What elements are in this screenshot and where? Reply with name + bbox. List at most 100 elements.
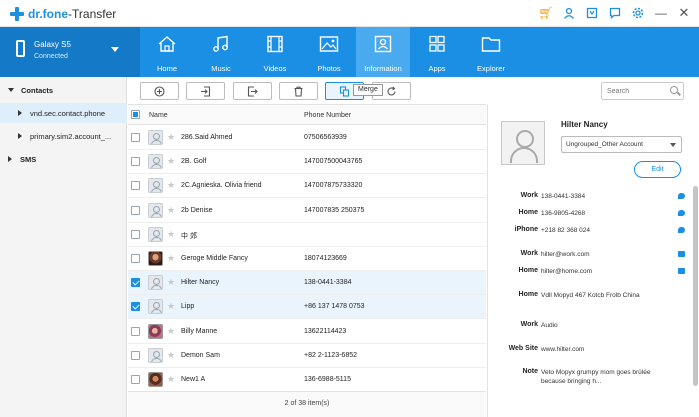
nav-photos[interactable]: Photos: [302, 27, 356, 77]
table-row[interactable]: ★ Geroge Middle Fancy 18074123669: [128, 247, 486, 271]
select-all-checkbox[interactable]: [131, 110, 140, 119]
sidebar-group-sms[interactable]: SMS: [0, 149, 127, 169]
contact-phone: +82 2-1123-6852: [304, 351, 357, 359]
contact-phone: 147007500043765: [304, 158, 363, 166]
export-button[interactable]: [233, 82, 272, 100]
group-select[interactable]: Ungrouped_Other Account: [561, 136, 682, 153]
row-checkbox[interactable]: [131, 157, 140, 167]
sidebar: Contacts vnd.sec.contact.phone primary.s…: [0, 77, 127, 417]
plus-circle-icon: [154, 85, 165, 97]
field-value: Veto Mopyx grumpy mom goes brûlée becaus…: [541, 369, 651, 385]
nav-videos[interactable]: Videos: [248, 27, 302, 77]
chevron-down-icon: [8, 88, 14, 92]
mail-icon[interactable]: [678, 251, 685, 257]
column-header-name[interactable]: Name: [149, 112, 168, 119]
field-label: Home: [518, 209, 538, 216]
contact-phone: 147007835 250375: [304, 206, 365, 214]
row-checkbox[interactable]: [131, 229, 140, 239]
star-icon[interactable]: ★: [167, 277, 175, 287]
detail-scrollbar[interactable]: [693, 186, 698, 386]
sidebar-item-account-sim2[interactable]: primary.sim2.account_...: [0, 126, 127, 146]
row-checkbox[interactable]: [131, 181, 140, 191]
table-row[interactable]: ★ 2C.Agnieska. Olivia friend 1470078757333…: [128, 174, 486, 199]
mail-icon[interactable]: [678, 268, 685, 274]
search-icon[interactable]: [670, 86, 678, 94]
table-row[interactable]: ★ 2B. Golf 147007500043765: [128, 150, 486, 175]
minimize-icon[interactable]: —: [654, 6, 668, 20]
music-note-icon: [213, 35, 228, 52]
star-icon[interactable]: ★: [167, 180, 175, 190]
sidebar-group-contacts[interactable]: Contacts: [0, 80, 127, 100]
table-row[interactable]: ★ 2b Denise 147007835 250375: [128, 199, 486, 223]
add-contact-button[interactable]: [140, 82, 179, 100]
drfone-logo-icon: [10, 7, 24, 21]
chevron-down-icon[interactable]: [111, 47, 119, 52]
nav-explorer[interactable]: Explorer: [464, 27, 518, 77]
star-icon[interactable]: ★: [167, 374, 175, 384]
cart-icon[interactable]: 🛒︎: [538, 6, 553, 20]
device-selector[interactable]: Galaxy S5 Connected: [0, 27, 140, 77]
star-icon[interactable]: ★: [167, 253, 175, 263]
message-icon[interactable]: [678, 193, 685, 199]
column-header-phone[interactable]: Phone Number: [304, 112, 351, 119]
table-row[interactable]: ★ New1 A 136-6988-5115: [128, 368, 486, 392]
contact-name: Geroge Middle Fancy: [181, 255, 248, 262]
message-icon[interactable]: [678, 227, 685, 233]
nav-music[interactable]: Music: [194, 27, 248, 77]
film-icon: [267, 35, 283, 53]
row-checkbox[interactable]: [131, 302, 140, 312]
feedback-icon[interactable]: [608, 6, 622, 20]
table-row[interactable]: ★ 286.Said Ahmed 07506563939: [128, 126, 486, 150]
settings-gear-icon[interactable]: [631, 6, 645, 20]
star-icon[interactable]: ★: [167, 132, 175, 142]
nav-home[interactable]: Home: [140, 27, 194, 77]
message-icon[interactable]: [678, 210, 685, 216]
table-header: Name Phone Number: [128, 105, 486, 125]
register-icon[interactable]: [585, 6, 599, 20]
close-icon[interactable]: ✕: [677, 5, 691, 20]
contact-phone: 147007875733320: [304, 182, 363, 190]
row-checkbox[interactable]: [131, 205, 140, 215]
contact-avatar: [148, 347, 163, 363]
table-row[interactable]: ★ Hilter Nancy 138-0441-3384: [128, 271, 486, 296]
field-label: Work: [520, 250, 538, 257]
star-icon[interactable]: ★: [167, 156, 175, 166]
row-checkbox[interactable]: [131, 326, 140, 336]
contact-phone: 13622114423: [304, 327, 347, 335]
table-row[interactable]: ★ Lipp +86 137 1478 0753: [128, 295, 486, 320]
row-checkbox[interactable]: [131, 133, 140, 142]
contact-card-icon: [374, 35, 392, 53]
contact-phone: 138-0441-3384: [304, 279, 352, 287]
contact-name: New1 A: [181, 376, 206, 383]
contact-detail-panel: Hilter Nancy Ungrouped_Other Account Edi…: [487, 104, 699, 417]
star-icon[interactable]: ★: [167, 326, 175, 336]
nav-information[interactable]: Information: [356, 27, 410, 77]
delete-button[interactable]: [279, 82, 318, 100]
field-value: www.hilter.com: [541, 346, 585, 353]
table-row[interactable]: ★ 中 郊: [128, 223, 486, 247]
row-checkbox[interactable]: [131, 375, 140, 384]
nav-apps[interactable]: Apps: [410, 27, 464, 77]
chevron-right-icon: [18, 133, 22, 139]
field-label: Work: [520, 192, 538, 199]
chevron-right-icon: [18, 110, 22, 116]
table-row[interactable]: ★ Demon Sam +82 2-1123-6852: [128, 344, 486, 368]
star-icon[interactable]: ★: [167, 205, 175, 215]
star-icon[interactable]: ★: [167, 301, 175, 311]
field-value: Vdll Mopyd 467 Kotcb Frolb China: [541, 292, 640, 299]
table-row[interactable]: ★ Billy Manne 13622114423: [128, 320, 486, 344]
app-title: dr.fone-Transfer: [28, 7, 117, 21]
star-icon[interactable]: ★: [167, 229, 175, 239]
row-checkbox[interactable]: [131, 278, 140, 288]
user-icon[interactable]: [562, 6, 576, 20]
star-icon[interactable]: ★: [167, 350, 175, 360]
edit-button[interactable]: Edit: [634, 161, 681, 178]
contact-name: Billy Manne: [181, 327, 218, 335]
chevron-down-icon: [670, 143, 676, 147]
import-button[interactable]: [186, 82, 225, 100]
sidebar-item-account-phone[interactable]: vnd.sec.contact.phone: [0, 103, 127, 123]
title-bar: dr.fone-Transfer 🛒︎ — ✕: [0, 0, 699, 27]
contact-avatar: [148, 372, 163, 387]
row-checkbox[interactable]: [131, 254, 140, 263]
row-checkbox[interactable]: [131, 350, 140, 360]
